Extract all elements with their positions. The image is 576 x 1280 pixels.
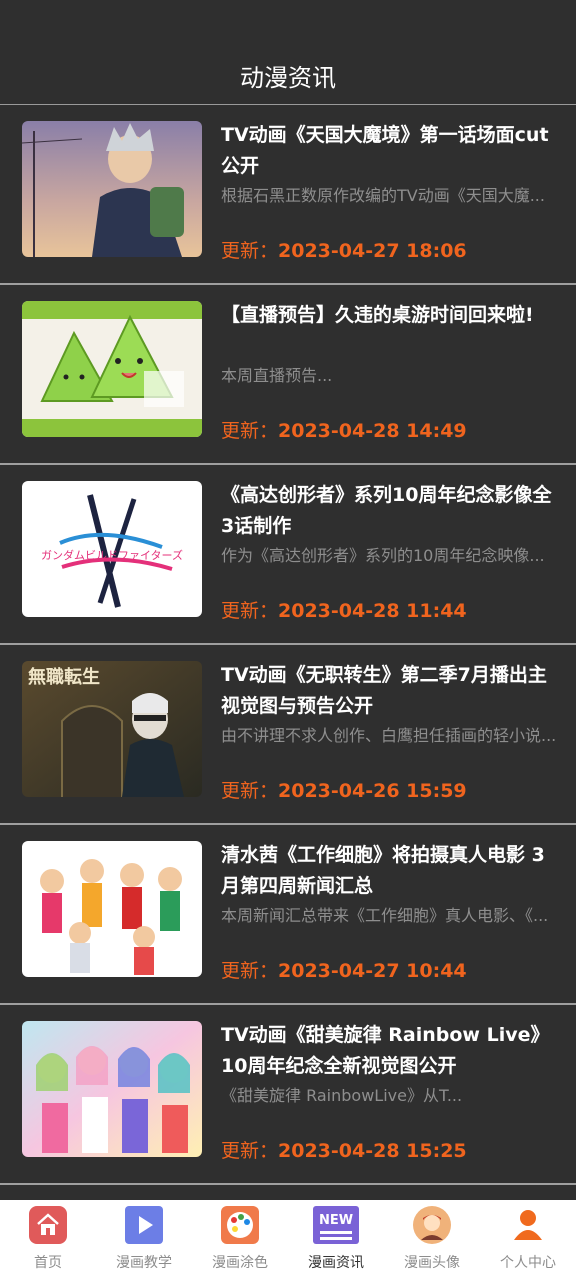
news-item[interactable]: 清水茜《工作细胞》将拍摄真人电影 3月第四周新闻汇总 本周新闻汇总带来《工作细胞… — [0, 825, 576, 1005]
news-thumbnail: ガンダムビルドファイターズ — [22, 481, 202, 617]
news-date: 更新：2023-04-27 10:44 — [221, 960, 467, 982]
news-summary: 本周新闻汇总带来《工作细胞》真人电影、《... — [221, 906, 549, 925]
palette-icon — [221, 1206, 259, 1244]
bottom-tab-bar: 首页 漫画教学 漫画涂色 NEW 漫画资讯 漫画头像 个人中心 — [0, 1200, 576, 1280]
news-title: 【直播预告】久违的桌游时间回来啦! — [221, 304, 534, 326]
news-title: TV动画《无职转生》第二季7月播出主视觉图与预告公开 — [221, 664, 547, 717]
news-item[interactable]: ガンダムビルドファイターズ 《高达创形者》系列10周年纪念影像全3话制作 作为《… — [0, 465, 576, 645]
news-item[interactable]: TV动画《甜美旋律 Rainbow Live》10周年纪念全新视觉图公开 《甜美… — [0, 1005, 576, 1185]
home-icon — [29, 1206, 67, 1244]
news-item[interactable]: TV动画《天国大魔境》第一话场面cut公开 根据石黑正数原作改编的TV动画《天国… — [0, 105, 576, 285]
news-thumbnail: 無職転生 — [22, 661, 202, 797]
news-item[interactable]: 無職転生 TV动画《无职转生》第二季7月播出主视觉图与预告公开 由不讲理不求人创… — [0, 645, 576, 825]
news-title: TV动画《天国大魔境》第一话场面cut公开 — [221, 124, 549, 177]
avatar-icon — [413, 1206, 451, 1244]
news-summary: 作为《高达创形者》系列的10周年纪念映像... — [221, 546, 545, 565]
news-list: TV动画《天国大魔境》第一话场面cut公开 根据石黑正数原作改编的TV动画《天国… — [0, 105, 576, 1185]
tab-news[interactable]: NEW 漫画资讯 — [288, 1200, 384, 1280]
news-summary: 《甜美旋律 RainbowLive》从T... — [221, 1086, 463, 1105]
tab-label: 漫画头像 — [404, 1255, 460, 1271]
tab-label: 首页 — [34, 1255, 62, 1271]
svg-text:ガンダムビルドファイターズ: ガンダムビルドファイターズ — [41, 548, 183, 562]
tab-label: 漫画涂色 — [212, 1255, 268, 1271]
news-date: 更新：2023-04-28 14:49 — [221, 420, 467, 442]
new-icon: NEW — [313, 1206, 359, 1244]
person-icon — [509, 1206, 547, 1244]
tab-label: 个人中心 — [500, 1255, 556, 1271]
svg-text:NEW: NEW — [319, 1213, 353, 1228]
news-date: 更新：2023-04-28 15:25 — [221, 1140, 467, 1162]
tab-avatar[interactable]: 漫画头像 — [384, 1200, 480, 1280]
tab-label: 漫画资讯 — [308, 1255, 364, 1271]
news-date: 更新：2023-04-26 15:59 — [221, 780, 467, 802]
news-thumbnail — [22, 301, 202, 437]
tab-coloring[interactable]: 漫画涂色 — [192, 1200, 288, 1280]
news-summary: 本周直播预告... — [221, 366, 333, 385]
news-summary: 根据石黑正数原作改编的TV动画《天国大魔... — [221, 186, 545, 205]
tab-label: 漫画教学 — [116, 1255, 172, 1271]
news-title: 清水茜《工作细胞》将拍摄真人电影 3月第四周新闻汇总 — [221, 844, 545, 897]
news-item[interactable]: 【直播预告】久违的桌游时间回来啦! 本周直播预告... 更新：2023-04-2… — [0, 285, 576, 465]
play-icon — [125, 1206, 163, 1244]
news-summary: 由不讲理不求人创作、白鹰担任插画的轻小说... — [221, 726, 557, 745]
news-title: 《高达创形者》系列10周年纪念影像全3话制作 — [221, 484, 552, 537]
page-title: 动漫资讯 — [240, 64, 336, 92]
news-date: 更新：2023-04-28 11:44 — [221, 600, 467, 622]
tab-tutorial[interactable]: 漫画教学 — [96, 1200, 192, 1280]
news-thumbnail — [22, 1021, 202, 1157]
tab-home[interactable]: 首页 — [0, 1200, 96, 1280]
svg-text:無職転生: 無職転生 — [28, 666, 100, 688]
news-date: 更新：2023-04-27 18:06 — [221, 240, 467, 262]
news-thumbnail — [22, 121, 202, 257]
news-thumbnail — [22, 841, 202, 977]
top-bar: 动漫资讯 — [0, 0, 576, 105]
news-title: TV动画《甜美旋律 Rainbow Live》10周年纪念全新视觉图公开 — [221, 1024, 550, 1077]
tab-profile[interactable]: 个人中心 — [480, 1200, 576, 1280]
